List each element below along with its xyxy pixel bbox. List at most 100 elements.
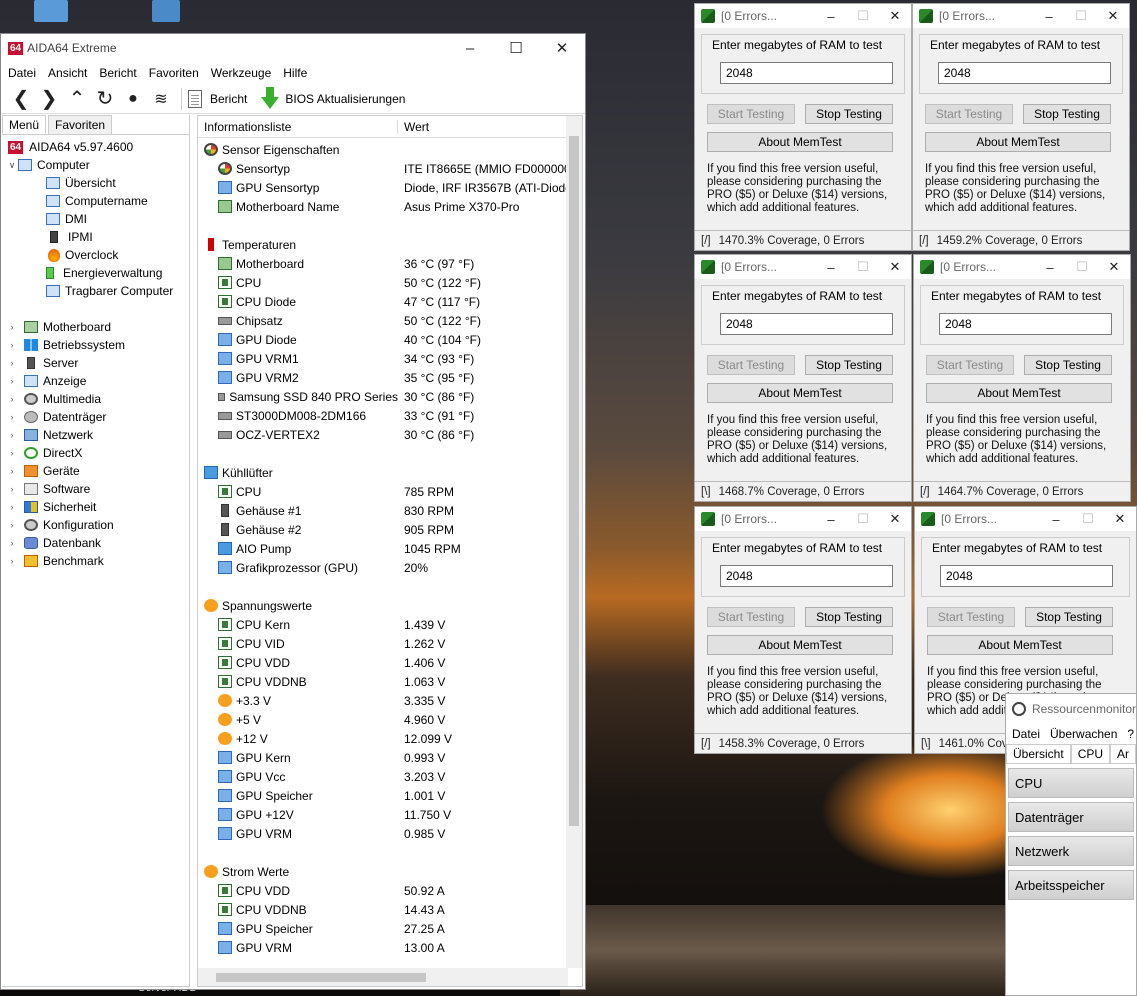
resmon-menu-datei[interactable]: Datei — [1012, 727, 1040, 741]
sensor-row[interactable]: GPU Speicher 27.25 A — [198, 919, 582, 938]
tree-item-dmi[interactable]: DMI — [2, 210, 189, 228]
tree-item-datentraeger[interactable]: › Datenträger — [2, 408, 189, 426]
sensor-group-header[interactable]: Sensor Eigenschaften — [198, 140, 582, 159]
tab-cpu[interactable]: CPU — [1070, 744, 1111, 763]
tree-item-directx[interactable]: › DirectX — [2, 444, 189, 462]
chevron-right-icon[interactable]: › — [6, 448, 18, 458]
chevron-right-icon[interactable]: › — [6, 502, 18, 512]
sensor-row[interactable]: OCZ-VERTEX2 30 °C (86 °F) — [198, 425, 582, 444]
tree-item-overclock[interactable]: Overclock — [2, 246, 189, 264]
sensor-row[interactable]: Motherboard Name Asus Prime X370-Pro — [198, 197, 582, 216]
sensor-row[interactable]: CPU 50 °C (122 °F) — [198, 273, 582, 292]
tab-menu[interactable]: Menü — [2, 115, 47, 134]
scrollbar-thumb[interactable] — [216, 973, 426, 982]
stop-testing-button[interactable]: Stop Testing — [805, 607, 893, 627]
chevron-right-icon[interactable]: › — [6, 430, 18, 440]
chevron-right-icon[interactable]: › — [6, 394, 18, 404]
about-memtest-button[interactable]: About MemTest — [707, 132, 893, 152]
minimize-button[interactable]: – — [815, 507, 847, 531]
menu-bericht[interactable]: Bericht — [99, 66, 136, 80]
tree-item-datenbank[interactable]: › Datenbank — [2, 534, 189, 552]
maximize-button[interactable]: ☐ — [847, 4, 879, 28]
chevron-right-icon[interactable]: › — [6, 340, 18, 350]
menu-ansicht[interactable]: Ansicht — [48, 66, 87, 80]
about-memtest-button[interactable]: About MemTest — [707, 635, 893, 655]
sensor-row[interactable]: CPU VDDNB 1.063 V — [198, 672, 582, 691]
ram-megabytes-input[interactable]: 2048 — [720, 62, 893, 84]
sensor-row[interactable]: CPU VID 1.262 V — [198, 634, 582, 653]
start-testing-button[interactable]: Start Testing — [707, 355, 795, 375]
close-button[interactable]: ✕ — [879, 255, 911, 279]
sensor-row[interactable]: GPU Sensortyp Diode, IRF IR3567B (ATI-Dio… — [198, 178, 582, 197]
sensor-row[interactable]: CPU Diode 47 °C (117 °F) — [198, 292, 582, 311]
minimize-button[interactable]: – — [1040, 507, 1072, 531]
stop-testing-button[interactable]: Stop Testing — [1023, 104, 1111, 124]
tab-uebersicht[interactable]: Übersicht — [1006, 744, 1071, 763]
tree-item-uebersicht[interactable]: Übersicht — [2, 174, 189, 192]
chart-icon[interactable]: ≋ — [147, 86, 175, 112]
maximize-button[interactable]: ☐ — [493, 34, 539, 62]
horizontal-scrollbar[interactable] — [198, 968, 568, 986]
sensor-row[interactable]: CPU VDDNB 14.43 A — [198, 900, 582, 919]
chevron-right-icon[interactable]: › — [6, 412, 18, 422]
tree-item-ipmi[interactable]: IPMI — [2, 228, 189, 246]
tree-item-sicherheit[interactable]: › Sicherheit — [2, 498, 189, 516]
stop-testing-button[interactable]: Stop Testing — [1024, 355, 1112, 375]
tree-item-energie[interactable]: Energieverwaltung — [2, 264, 189, 282]
sensor-row[interactable]: CPU Kern 1.439 V — [198, 615, 582, 634]
sensor-group-header[interactable]: Spannungswerte — [198, 596, 582, 615]
section-arbeitsspeicher[interactable]: Arbeitsspeicher — [1008, 870, 1134, 900]
chevron-down-icon[interactable]: ∨ — [6, 160, 18, 171]
stop-testing-button[interactable]: Stop Testing — [805, 355, 893, 375]
sensor-row[interactable]: Motherboard 36 °C (97 °F) — [198, 254, 582, 273]
tree-root[interactable]: 64 AIDA64 v5.97.4600 — [2, 138, 189, 156]
memtest-titlebar[interactable]: [0 Errors... – ☐ ✕ — [915, 507, 1136, 531]
menu-werkzeuge[interactable]: Werkzeuge — [211, 66, 271, 80]
close-button[interactable]: ✕ — [1097, 4, 1129, 28]
sensor-group-header[interactable]: Kühllüfter — [198, 463, 582, 482]
chevron-right-icon[interactable]: › — [6, 358, 18, 368]
sensor-row[interactable]: Grafikprozessor (GPU) 20% — [198, 558, 582, 577]
resmon-menu-ueberwachen[interactable]: Überwachen — [1050, 727, 1117, 741]
sensor-row[interactable]: GPU Kern 0.993 V — [198, 748, 582, 767]
sensor-row[interactable]: GPU VRM1 34 °C (93 °F) — [198, 349, 582, 368]
about-memtest-button[interactable]: About MemTest — [926, 383, 1112, 403]
close-button[interactable]: ✕ — [1104, 507, 1136, 531]
chevron-right-icon[interactable]: › — [6, 484, 18, 494]
about-memtest-button[interactable]: About MemTest — [927, 635, 1113, 655]
tree-item-computer[interactable]: ∨ Computer — [2, 156, 189, 174]
start-testing-button[interactable]: Start Testing — [926, 355, 1014, 375]
column-header-value[interactable]: Wert — [398, 120, 429, 134]
minimize-button[interactable]: – — [815, 255, 847, 279]
section-datentraeger[interactable]: Datenträger — [1008, 802, 1134, 832]
report-button[interactable]: Bericht — [188, 89, 247, 108]
resmon-titlebar[interactable]: Ressourcenmonitor — [1006, 694, 1136, 724]
sensor-row[interactable]: Sensortyp ITE IT8665E (MMIO FD000000h — [198, 159, 582, 178]
resmon-menu-help[interactable]: ? — [1127, 727, 1134, 741]
forward-icon[interactable]: ❯ — [35, 86, 63, 112]
aida64-titlebar[interactable]: 64 AIDA64 Extreme – ☐ ✕ — [1, 34, 585, 62]
ram-megabytes-input[interactable]: 2048 — [720, 313, 893, 335]
chevron-right-icon[interactable]: › — [6, 376, 18, 386]
sensor-row[interactable]: GPU +12V 11.750 V — [198, 805, 582, 824]
sensor-row[interactable]: Chipsatz 50 °C (122 °F) — [198, 311, 582, 330]
sensor-row[interactable]: GPU VRM2 35 °C (95 °F) — [198, 368, 582, 387]
tab-arbeitsspeicher[interactable]: Ar — [1110, 744, 1137, 763]
tree-item-server[interactable]: › Server — [2, 354, 189, 372]
tree-item-geraete[interactable]: › Geräte — [2, 462, 189, 480]
sensor-row[interactable]: +3.3 V 3.335 V — [198, 691, 582, 710]
minimize-button[interactable]: – — [1034, 255, 1066, 279]
tree-item-multimedia[interactable]: › Multimedia — [2, 390, 189, 408]
sensor-row[interactable]: Gehäuse #2 905 RPM — [198, 520, 582, 539]
ram-megabytes-input[interactable]: 2048 — [940, 565, 1113, 587]
desktop-network-icon[interactable] — [152, 0, 180, 22]
desktop-computer-icon[interactable] — [34, 0, 68, 22]
maximize-button[interactable]: ☐ — [1066, 255, 1098, 279]
about-memtest-button[interactable]: About MemTest — [707, 383, 893, 403]
memtest-titlebar[interactable]: [0 Errors... – ☐ ✕ — [695, 4, 911, 28]
chevron-right-icon[interactable]: › — [6, 466, 18, 476]
start-testing-button[interactable]: Start Testing — [925, 104, 1013, 124]
close-button[interactable]: ✕ — [1098, 255, 1130, 279]
sensor-row[interactable]: +12 V 12.099 V — [198, 729, 582, 748]
sensor-row[interactable]: +5 V 4.960 V — [198, 710, 582, 729]
